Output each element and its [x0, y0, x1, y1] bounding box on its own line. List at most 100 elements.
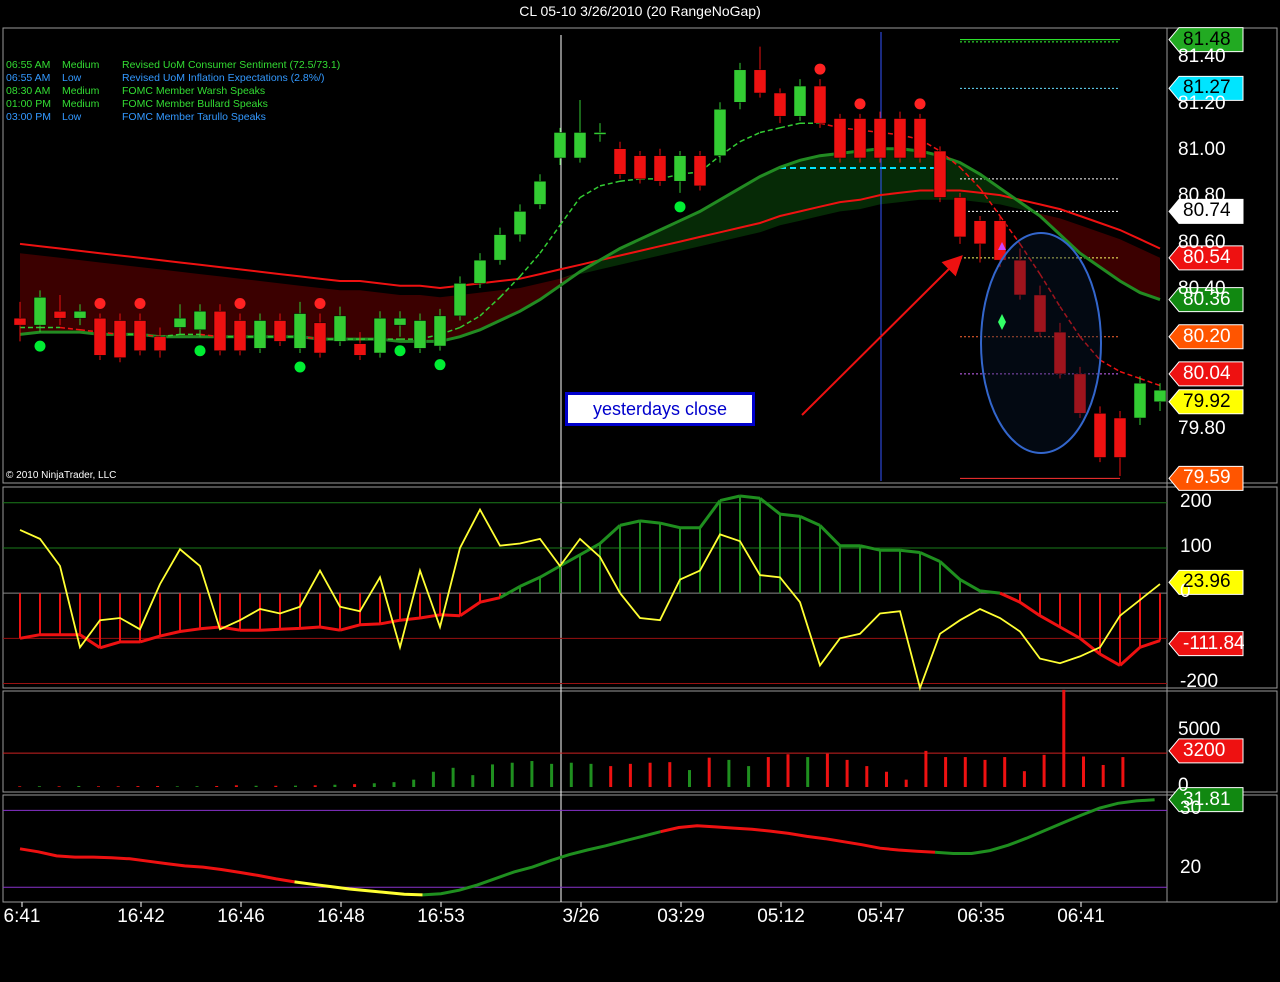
price-tag-label: 80.04: [1183, 362, 1231, 384]
price-tag-label: 80.74: [1183, 200, 1231, 222]
bearish-dot: [94, 298, 106, 310]
bullish-dot: [674, 201, 686, 213]
oscillator-panel: [3, 494, 1244, 692]
price-tag-label: 23.96: [1183, 571, 1231, 593]
candle-down: [613, 148, 627, 175]
bullish-dot: [34, 340, 46, 352]
candle-up: [33, 297, 47, 326]
news-item: 03:00 PM Low FOMC Member Tarullo Speaks: [6, 111, 340, 124]
price-panel: [13, 27, 1244, 902]
news-event: Revised UoM Consumer Sentiment (72.5/73.…: [122, 59, 341, 71]
bearish-dot: [134, 298, 146, 310]
x-axis-tick: 16:42: [117, 906, 165, 927]
candle-up: [533, 180, 547, 205]
volume-panel: [3, 689, 1244, 787]
candle-down: [693, 155, 707, 187]
copyright-text: © 2010 NinjaTrader, LLC: [6, 470, 117, 481]
candle-down: [133, 320, 147, 351]
candle-up: [573, 132, 587, 159]
chart-canvas: [2, 27, 1278, 907]
price-tag-label: -111.84: [1183, 632, 1245, 654]
candle-down: [893, 118, 907, 159]
price-axis-tick: 79.80: [1178, 417, 1226, 439]
candle-up: [513, 211, 527, 235]
adx-line-segment: [422, 830, 661, 897]
x-axis-tick: 16:46: [217, 906, 265, 927]
news-item: 01:00 PM Medium FOMC Member Bullard Speaks: [6, 98, 340, 111]
price-tag-label: 3200: [1183, 739, 1226, 761]
candle-up: [193, 310, 207, 331]
bearish-dot: [314, 298, 326, 310]
x-axis-tick: 05:47: [857, 906, 905, 927]
price-tag-label: 79.92: [1183, 390, 1231, 412]
price-tag-label: 80.20: [1183, 325, 1231, 347]
x-axis-tick: 16:53: [417, 906, 465, 927]
news-item: 08:30 AM Medium FOMC Member Warsh Speaks: [6, 85, 340, 98]
candle-up: [793, 85, 807, 117]
chart-title: CL 05-10 3/26/2010 (20 RangeNoGap): [519, 3, 761, 19]
bullish-dot: [434, 359, 446, 371]
candle-up: [293, 313, 307, 349]
candle-down: [853, 118, 867, 159]
news-event: Revised UoM Inflation Expectations (2.8%…: [122, 72, 325, 84]
candle-up: [413, 320, 427, 349]
candle-down: [353, 343, 367, 356]
bearish-dot: [854, 98, 866, 110]
candle-down: [753, 69, 767, 94]
bearish-dot: [234, 298, 246, 310]
x-axis-tick: 16:48: [317, 906, 365, 927]
candle-down: [873, 118, 887, 159]
candle-down: [933, 150, 947, 198]
adx-line-segment: [934, 798, 1155, 855]
bullish-dot: [394, 345, 406, 357]
volume-axis-tick: 5000: [1178, 718, 1221, 740]
candle-down: [1113, 417, 1127, 458]
x-axis-tick: 6:41: [3, 906, 41, 927]
news-event: FOMC Member Bullard Speaks: [122, 98, 268, 110]
candle-up: [493, 234, 507, 261]
candle-down: [653, 155, 667, 182]
osc-axis-tick: 100: [1180, 535, 1212, 557]
x-axis-tick: 05:12: [757, 906, 805, 927]
news-time: 01:00 PM: [6, 98, 51, 110]
candle-up: [453, 283, 467, 317]
candle-down: [973, 220, 987, 245]
candle-down: [273, 320, 287, 342]
candle-up: [1133, 382, 1147, 419]
news-time: 06:55 AM: [6, 59, 51, 71]
candle-up: [593, 132, 607, 135]
panel-frame: [2, 794, 1278, 903]
candle-up: [713, 109, 727, 156]
candle-down: [833, 118, 847, 159]
price-axis-tick: 81.00: [1178, 139, 1226, 161]
news-item: 06:55 AM Medium Revised UoM Consumer Senti…: [6, 59, 340, 72]
overlay-annotations: [801, 232, 1102, 454]
candle-up: [373, 317, 387, 354]
news-event: FOMC Member Warsh Speaks: [122, 85, 266, 97]
candle-up: [733, 69, 747, 103]
news-level: Low: [62, 111, 82, 123]
candle-up: [173, 317, 187, 328]
price-tag-label: 80.54: [1183, 246, 1231, 268]
bearish-dot: [814, 63, 826, 75]
candle-down: [633, 155, 647, 180]
candle-down: [813, 85, 827, 124]
adx-panel: [3, 787, 1244, 897]
adx-line-segment: [294, 880, 423, 897]
news-event-list: 06:55 AM Medium Revised UoM Consumer Senti…: [6, 59, 340, 124]
candle-up: [253, 320, 267, 349]
x-axis-tick: 06:41: [1057, 906, 1105, 927]
candle-up: [473, 259, 487, 284]
candle-down: [153, 336, 167, 351]
news-time: 06:55 AM: [6, 72, 51, 84]
candle-down: [953, 197, 967, 238]
price-tag-label: 81.27: [1183, 77, 1231, 99]
x-axis-tick: 03:29: [657, 906, 705, 927]
news-time: 03:00 PM: [6, 111, 51, 123]
candle-down: [213, 310, 227, 351]
osc-signal-negative: [19, 591, 1161, 667]
yesterdays-close-annotation[interactable]: yesterdays close: [565, 392, 755, 426]
price-tag-label: 31.81: [1183, 788, 1231, 810]
adx-axis-tick: 20: [1180, 857, 1202, 879]
cci-line: [19, 507, 1161, 692]
